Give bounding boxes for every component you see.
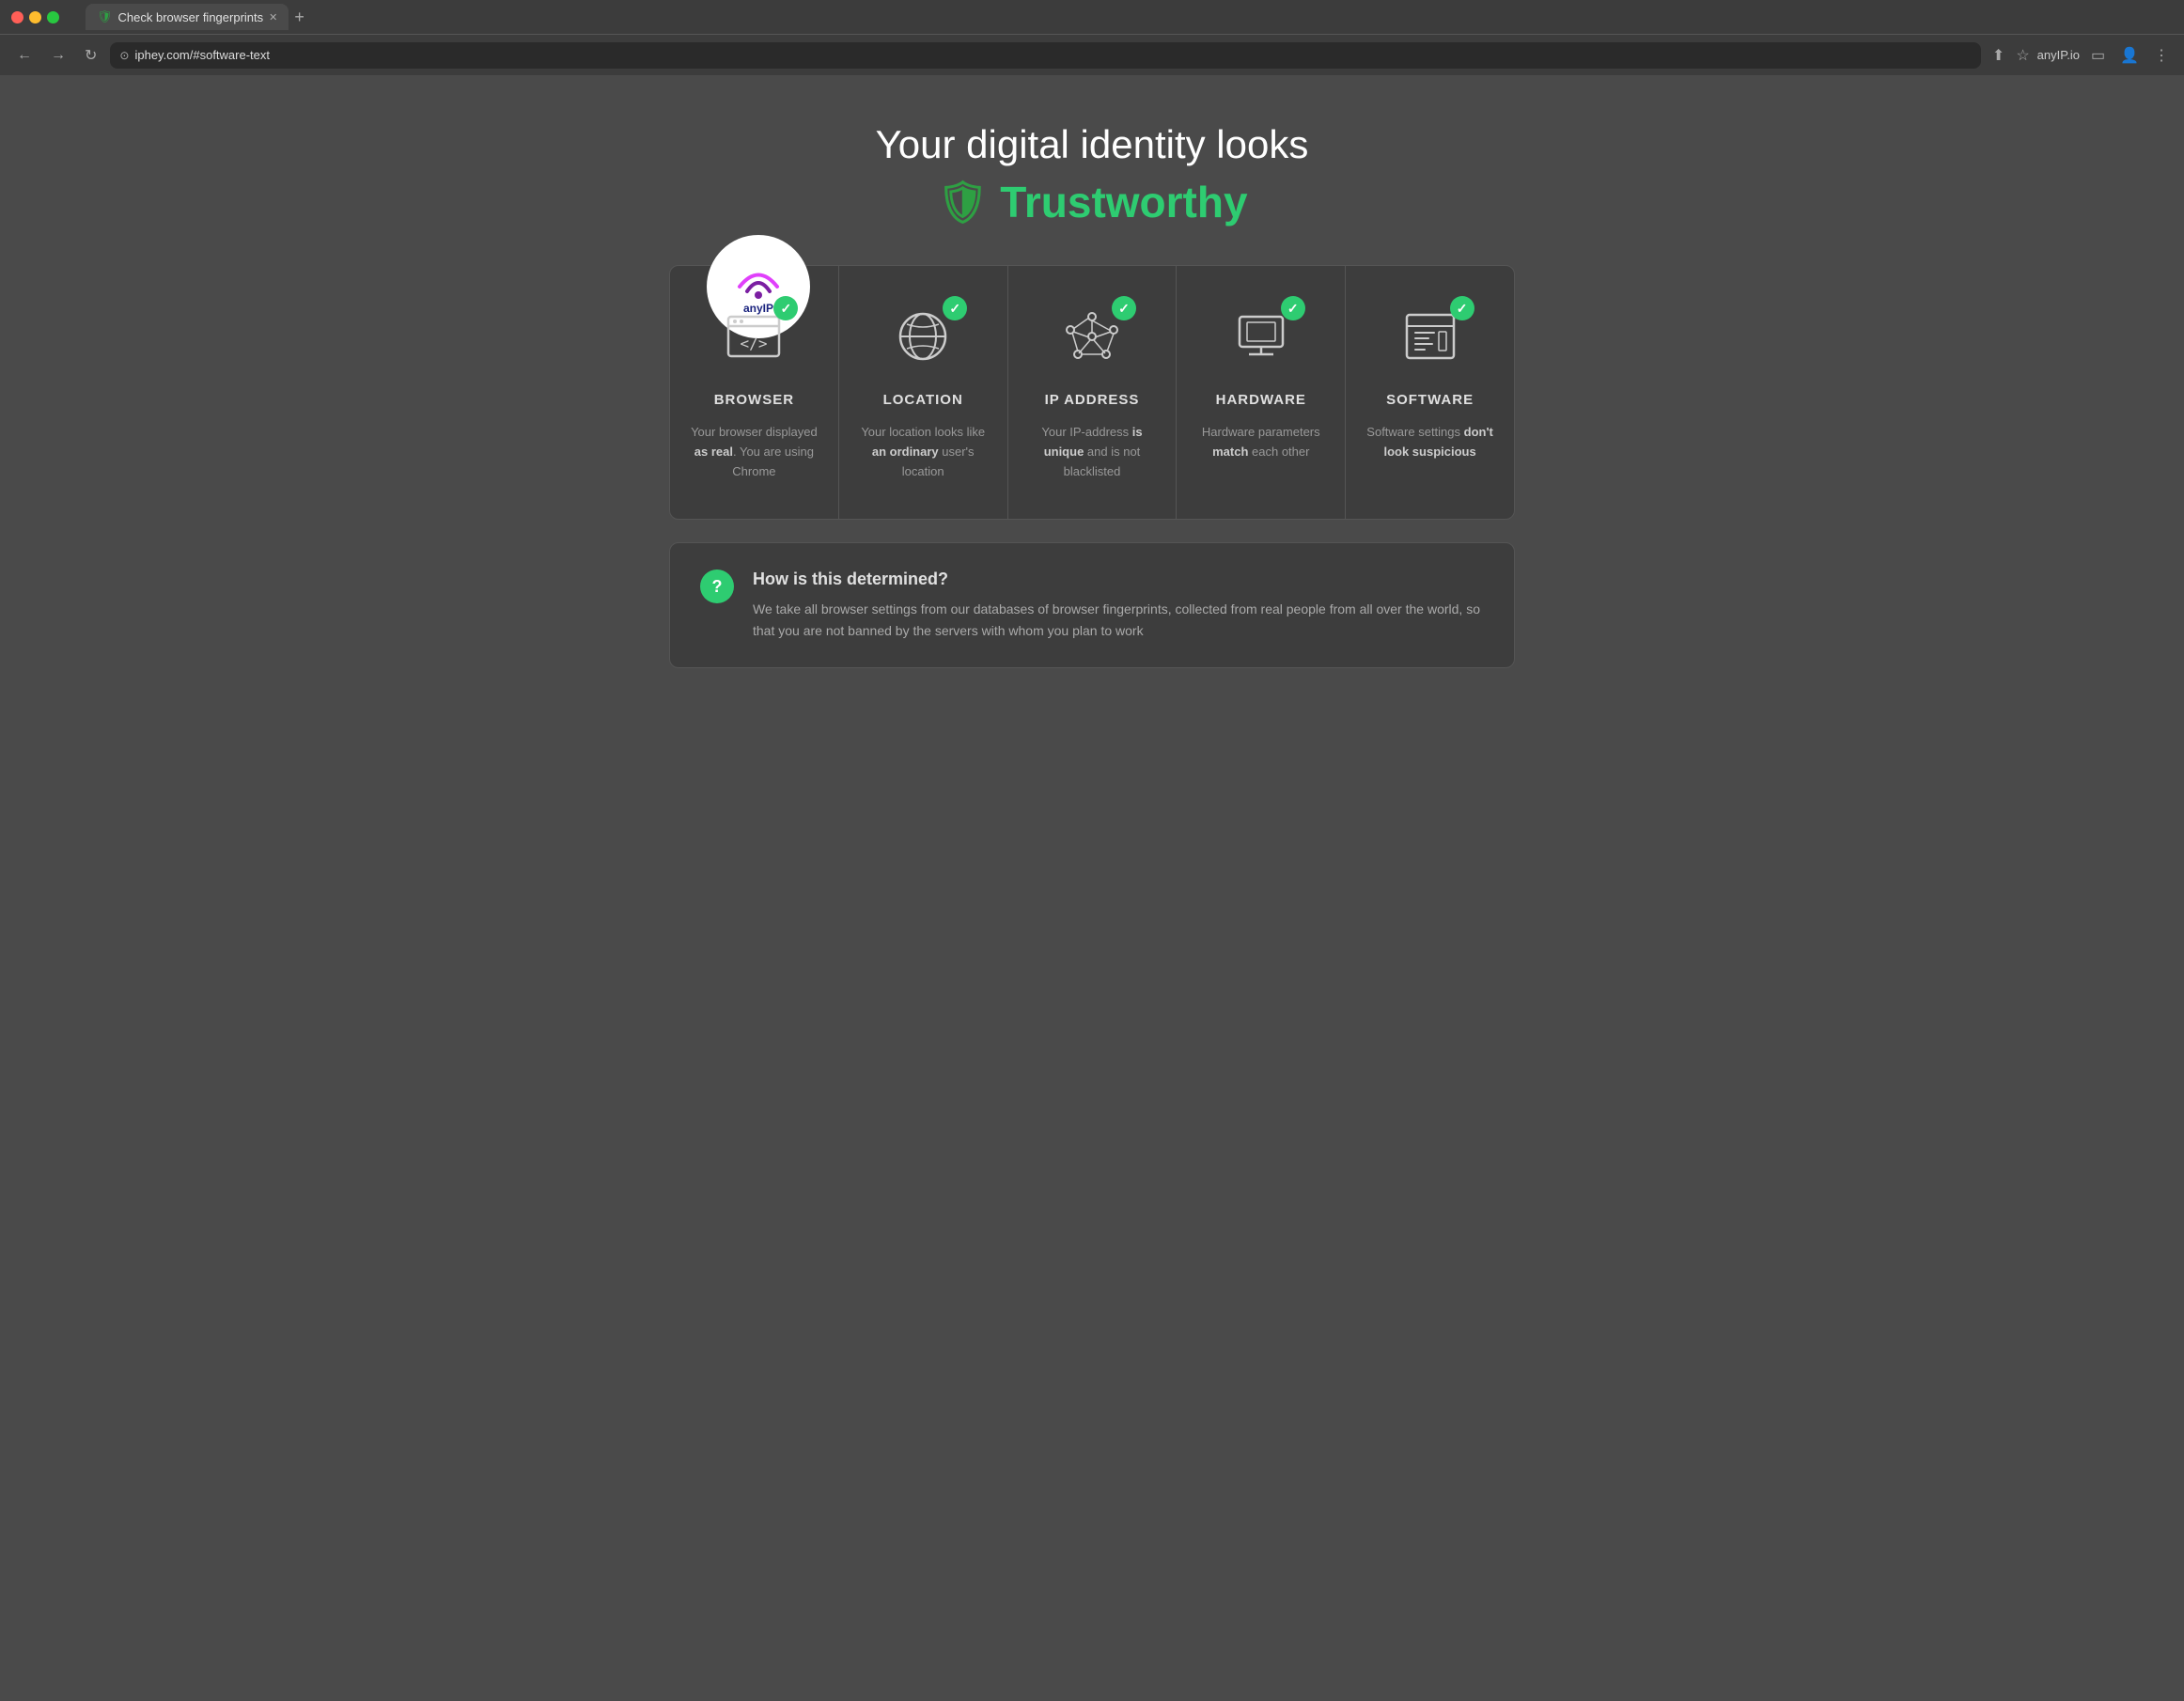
profile-icon[interactable]: 👤 xyxy=(2116,42,2143,69)
browser-icon-wrap: </> ✓ xyxy=(721,304,787,369)
minimize-button[interactable] xyxy=(29,11,41,23)
tab-close-button[interactable]: ✕ xyxy=(269,11,277,23)
tab-title: Check browser fingerprints xyxy=(118,10,264,24)
location-card: ✓ LOCATION Your location looks like an o… xyxy=(839,266,1008,519)
software-card-desc: Software settings don't look suspicious xyxy=(1365,423,1495,462)
info-icon: ? xyxy=(700,570,734,603)
ip-card-desc: Your IP-address is unique and is not bla… xyxy=(1027,423,1158,481)
ip-check-badge: ✓ xyxy=(1112,296,1136,320)
status-shield-icon: 🛡 xyxy=(936,178,989,226)
software-card: ✓ SOFTWARE Software settings don't look … xyxy=(1346,266,1514,519)
traffic-lights xyxy=(11,11,59,23)
hardware-card: ✓ HARDWARE Hardware parameters match eac… xyxy=(1177,266,1346,519)
bookmark-label: anyIP.io xyxy=(2037,48,2080,62)
nav-bar: ← → ↻ ⊙ iphey.com/#software-text ⬆ ☆ any… xyxy=(0,34,2184,75)
hardware-card-title: HARDWARE xyxy=(1216,392,1306,408)
browser-card-title: BROWSER xyxy=(714,392,794,408)
location-card-title: LOCATION xyxy=(883,392,963,408)
back-button[interactable]: ← xyxy=(11,43,38,68)
address-bar[interactable]: ⊙ iphey.com/#software-text xyxy=(110,42,1981,69)
tab-bar: 🛡 Check browser fingerprints ✕ + xyxy=(86,4,2173,30)
info-box: ? How is this determined? We take all br… xyxy=(669,542,1515,668)
bookmark-icon[interactable]: ☆ xyxy=(2016,46,2029,65)
title-bar: 🛡 Check browser fingerprints ✕ + xyxy=(0,0,2184,34)
close-button[interactable] xyxy=(11,11,23,23)
hero-title: Your digital identity looks xyxy=(669,122,1515,167)
sidebar-icon[interactable]: ▭ xyxy=(2087,42,2109,69)
refresh-button[interactable]: ↻ xyxy=(79,42,102,69)
location-check-badge: ✓ xyxy=(943,296,967,320)
hero-status: 🛡 Trustworthy xyxy=(669,177,1515,227)
menu-icon[interactable]: ⋮ xyxy=(2150,42,2173,69)
page-content: anyIP Your digital identity looks 🛡 Trus… xyxy=(0,75,2184,1701)
browser-chrome: 🛡 Check browser fingerprints ✕ + ← → ↻ ⊙… xyxy=(0,0,2184,75)
hardware-check-badge: ✓ xyxy=(1281,296,1305,320)
url-text: iphey.com/#software-text xyxy=(134,48,270,62)
maximize-button[interactable] xyxy=(47,11,59,23)
ip-card-title: IP ADDRESS xyxy=(1045,392,1140,408)
ip-icon-wrap: ✓ xyxy=(1059,304,1125,369)
info-title: How is this determined? xyxy=(753,570,1484,589)
software-icon-wrap: ✓ xyxy=(1397,304,1463,369)
software-check-badge: ✓ xyxy=(1450,296,1474,320)
hero-section: Your digital identity looks 🛡 Trustworth… xyxy=(669,113,1515,227)
software-card-title: SOFTWARE xyxy=(1386,392,1474,408)
cards-container: </> ✓ BROWSER Your browser displayed as … xyxy=(669,265,1515,520)
browser-card-desc: Your browser displayed as real. You are … xyxy=(689,423,819,481)
new-tab-button[interactable]: + xyxy=(294,8,304,27)
nav-right: ⬆ ☆ anyIP.io ▭ 👤 ⋮ xyxy=(1989,42,2173,69)
hardware-card-desc: Hardware parameters match each other xyxy=(1195,423,1326,462)
ip-card: ✓ IP ADDRESS Your IP-address is unique a… xyxy=(1008,266,1178,519)
status-text: Trustworthy xyxy=(1000,177,1247,227)
info-content: How is this determined? We take all brow… xyxy=(753,570,1484,641)
security-icon: ⊙ xyxy=(119,49,129,62)
location-card-desc: Your location looks like an ordinary use… xyxy=(858,423,989,481)
svg-text:</>: </> xyxy=(741,335,768,352)
browser-card: </> ✓ BROWSER Your browser displayed as … xyxy=(670,266,839,519)
forward-button[interactable]: → xyxy=(45,43,71,68)
location-icon-wrap: ✓ xyxy=(890,304,956,369)
hardware-icon-wrap: ✓ xyxy=(1228,304,1294,369)
active-tab[interactable]: 🛡 Check browser fingerprints ✕ xyxy=(86,4,289,30)
info-text: We take all browser settings from our da… xyxy=(753,599,1484,641)
page-wrapper: anyIP Your digital identity looks 🛡 Trus… xyxy=(669,113,1515,668)
shield-icon: 🛡 xyxy=(97,9,113,24)
share-icon[interactable]: ⬆ xyxy=(1989,42,2008,69)
